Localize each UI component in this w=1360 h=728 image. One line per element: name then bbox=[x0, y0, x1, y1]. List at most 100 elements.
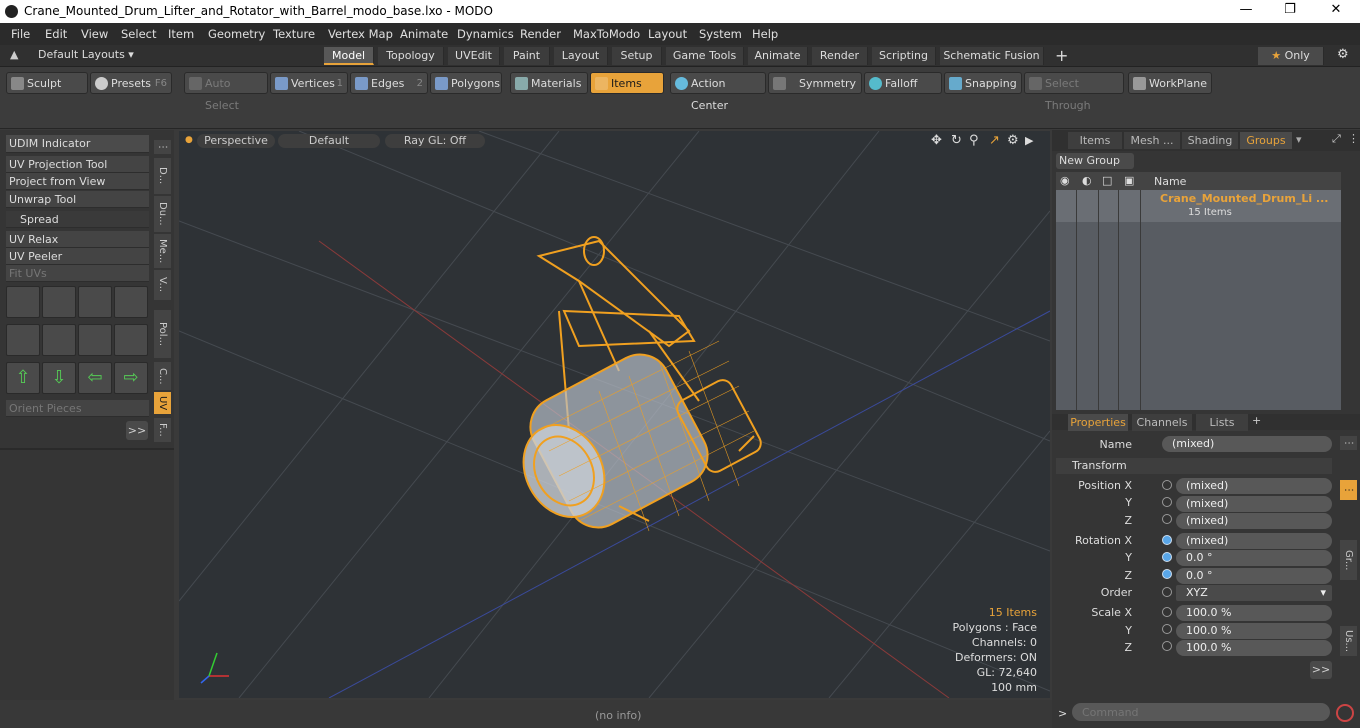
default-layouts-dropdown[interactable]: Default Layouts ▾ bbox=[38, 48, 134, 61]
layout-arrow-icon[interactable]: ▲ bbox=[10, 48, 18, 61]
tab-schematic-fusion[interactable]: Schematic Fusion bbox=[940, 47, 1044, 65]
vtab-me[interactable]: Me... bbox=[154, 234, 171, 268]
rotate-view-icon[interactable]: ↻ bbox=[951, 133, 962, 148]
scale-z-dot[interactable] bbox=[1162, 641, 1172, 651]
fit-view-icon[interactable]: ↗ bbox=[989, 133, 1000, 148]
menu-geometry[interactable]: Geometry bbox=[208, 27, 265, 41]
tab-topology[interactable]: Topology bbox=[378, 47, 444, 65]
tabs-dropdown-icon[interactable]: ▾ bbox=[1296, 133, 1302, 146]
rotation-x-field[interactable]: (mixed) bbox=[1176, 533, 1332, 549]
more-tools-button[interactable]: >> bbox=[126, 421, 148, 440]
tab-groups[interactable]: Groups bbox=[1240, 132, 1292, 149]
close-button[interactable]: ✕ bbox=[1316, 2, 1356, 20]
add-tab-icon[interactable]: + bbox=[1055, 46, 1068, 65]
auto-select-button[interactable]: Auto Select bbox=[184, 72, 268, 112]
orient-pieces-button[interactable]: Orient Pieces bbox=[6, 400, 149, 417]
rvtab-dots-1[interactable]: ⋮ bbox=[1340, 436, 1357, 450]
project-from-view-button[interactable]: Project from View bbox=[6, 173, 149, 190]
tab-paint[interactable]: Paint bbox=[504, 47, 550, 65]
tab-model[interactable]: Model bbox=[324, 47, 374, 65]
menu-layout[interactable]: Layout bbox=[648, 27, 687, 41]
menu-maxtomodo[interactable]: MaxToModo bbox=[573, 27, 640, 41]
scale-x-dot[interactable] bbox=[1162, 607, 1172, 617]
tab-items[interactable]: Items bbox=[1068, 132, 1122, 149]
3d-viewport[interactable]: ● Perspective Default Ray GL: Off ✥ ↻ ⚲ … bbox=[179, 131, 1050, 698]
uv-move-icon[interactable] bbox=[78, 286, 112, 318]
eye-icon[interactable]: ◉ bbox=[1060, 174, 1070, 187]
tab-render[interactable]: Render bbox=[812, 47, 868, 65]
tab-scripting[interactable]: Scripting bbox=[872, 47, 936, 65]
arrow-up-icon[interactable]: ⇧ bbox=[6, 362, 40, 394]
tab-animate[interactable]: Animate bbox=[748, 47, 808, 65]
menu-vertex-map[interactable]: Vertex Map bbox=[328, 27, 393, 41]
scale-y-dot[interactable] bbox=[1162, 624, 1172, 634]
scale-x-field[interactable]: 100.0 % bbox=[1176, 605, 1332, 621]
command-input[interactable] bbox=[1072, 703, 1330, 721]
position-z-dot[interactable] bbox=[1162, 514, 1172, 524]
rvtab-us[interactable]: Us... bbox=[1340, 626, 1357, 656]
menu-help[interactable]: Help bbox=[752, 27, 778, 41]
expand-panel-icon[interactable]: ⤢ bbox=[1332, 132, 1341, 146]
zoom-view-icon[interactable]: ⚲ bbox=[969, 133, 979, 148]
sculpt-button[interactable]: Sculpt bbox=[6, 72, 88, 94]
position-z-field[interactable]: (mixed) bbox=[1176, 513, 1332, 529]
vertices-button[interactable]: Vertices 1 bbox=[270, 72, 348, 94]
render-icon[interactable]: ◐ bbox=[1082, 174, 1092, 187]
menu-item[interactable]: Item bbox=[168, 27, 194, 41]
order-dropdown[interactable]: XYZ ▾ bbox=[1176, 585, 1332, 601]
falloff-button[interactable]: Falloff bbox=[864, 72, 942, 94]
position-y-dot[interactable] bbox=[1162, 497, 1172, 507]
menu-view[interactable]: View bbox=[81, 27, 108, 41]
menu-animate[interactable]: Animate bbox=[400, 27, 448, 41]
vtab-c[interactable]: C... bbox=[154, 362, 171, 390]
uv-transform-icon[interactable] bbox=[6, 286, 40, 318]
new-group-button[interactable]: New Group bbox=[1056, 153, 1134, 169]
raygl-toggle[interactable]: Ray GL: Off bbox=[385, 134, 485, 148]
tab-lists[interactable]: Lists bbox=[1196, 414, 1248, 431]
tab-setup[interactable]: Setup bbox=[612, 47, 662, 65]
transform-section[interactable]: Transform bbox=[1056, 458, 1332, 474]
items-button[interactable]: Items bbox=[590, 72, 664, 94]
lock-icon[interactable]: ▣ bbox=[1124, 174, 1134, 187]
spread-section[interactable]: Spread bbox=[6, 211, 149, 228]
uv-pyramid-icon[interactable] bbox=[78, 324, 112, 356]
menu-system[interactable]: System bbox=[699, 27, 742, 41]
minimize-button[interactable]: — bbox=[1226, 2, 1266, 20]
rvtab-gr[interactable]: Gr... bbox=[1340, 540, 1357, 580]
order-dot[interactable] bbox=[1162, 587, 1172, 597]
polygons-button[interactable]: Polygons bbox=[430, 72, 502, 94]
arrow-right-icon[interactable]: ⇨ bbox=[114, 362, 148, 394]
rotation-x-dot[interactable] bbox=[1162, 535, 1172, 545]
record-icon[interactable] bbox=[1336, 704, 1354, 722]
only-toggle[interactable]: ★ Only bbox=[1258, 47, 1324, 65]
menu-edit[interactable]: Edit bbox=[45, 27, 67, 41]
snapping-button[interactable]: Snapping bbox=[944, 72, 1022, 94]
drum-lifter-wireframe[interactable] bbox=[508, 236, 764, 538]
tab-shading[interactable]: Shading bbox=[1182, 132, 1238, 149]
unwrap-tool-button[interactable]: Unwrap Tool bbox=[6, 191, 149, 208]
perspective-dropdown[interactable]: Perspective bbox=[197, 134, 275, 148]
arrow-down-icon[interactable]: ⇩ bbox=[42, 362, 76, 394]
fit-uvs-button[interactable]: Fit UVs bbox=[6, 265, 149, 282]
symmetry-button[interactable]: Symmetry bbox=[768, 72, 862, 94]
uv-relax-button[interactable]: UV Relax bbox=[6, 231, 149, 248]
position-x-field[interactable]: (mixed) bbox=[1176, 478, 1332, 494]
uv-box-icon[interactable] bbox=[114, 286, 148, 318]
uv-rotate-icon[interactable] bbox=[42, 286, 76, 318]
tab-channels[interactable]: Channels bbox=[1132, 414, 1192, 431]
tab-properties[interactable]: Properties bbox=[1068, 414, 1128, 431]
add-tab-icon[interactable]: + bbox=[1252, 414, 1261, 427]
uv-peeler-button[interactable]: UV Peeler bbox=[6, 248, 149, 265]
uv-grid-icon[interactable] bbox=[42, 324, 76, 356]
more-properties-button[interactable]: >> bbox=[1310, 661, 1332, 679]
move-view-icon[interactable]: ✥ bbox=[931, 133, 942, 148]
select-through-button[interactable]: Select Through bbox=[1024, 72, 1124, 112]
rotation-y-field[interactable]: 0.0 ° bbox=[1176, 550, 1332, 566]
default-shading-dropdown[interactable]: Default bbox=[278, 134, 380, 148]
action-center-button[interactable]: Action Center bbox=[670, 72, 766, 112]
vtab-dots-1[interactable]: ⋮ bbox=[154, 140, 171, 154]
menu-file[interactable]: File bbox=[11, 27, 30, 41]
rvtab-active[interactable]: ⋮ bbox=[1340, 480, 1357, 500]
rotation-z-field[interactable]: 0.0 ° bbox=[1176, 568, 1332, 584]
uv-sphere-icon[interactable] bbox=[114, 324, 148, 356]
